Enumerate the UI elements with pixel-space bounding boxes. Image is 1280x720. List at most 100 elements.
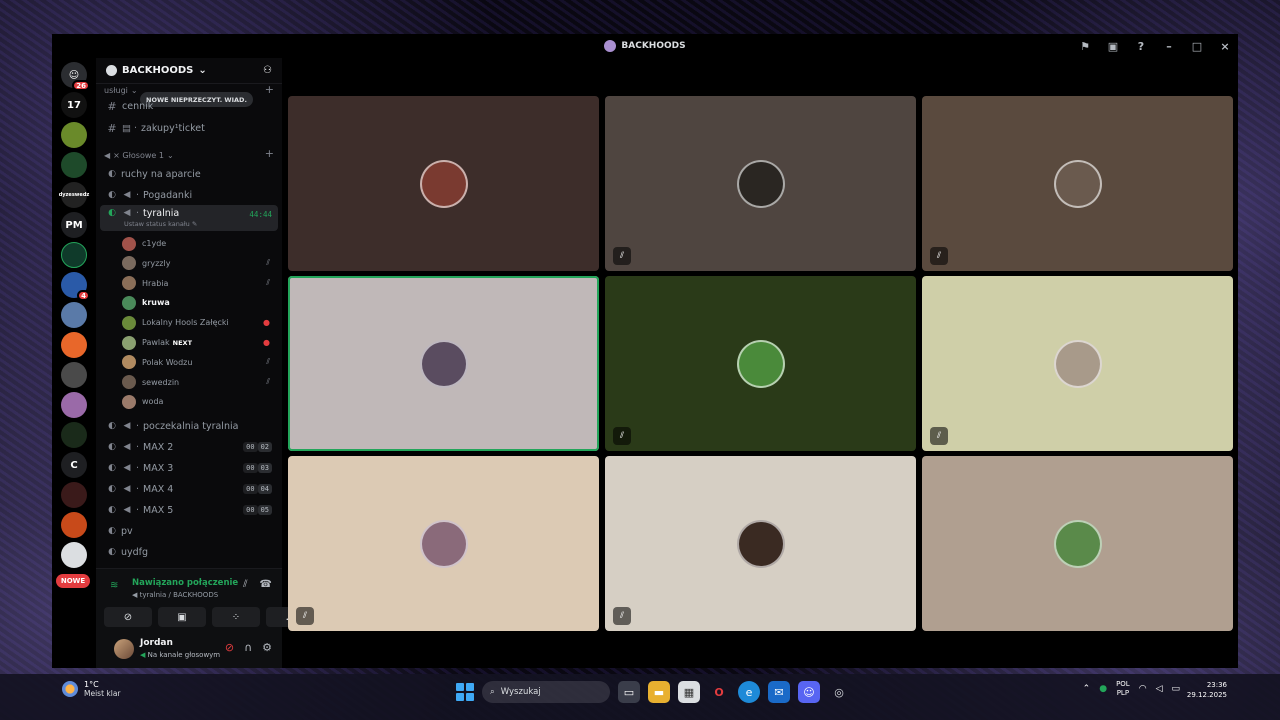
voice-member[interactable]: kruwa	[122, 293, 274, 312]
language-indicator[interactable]: POL PLP	[1116, 680, 1130, 698]
server-icon[interactable]	[61, 302, 87, 328]
participant-tile[interactable]	[922, 456, 1233, 631]
clock[interactable]: 23:36 29.12.2025	[1187, 680, 1227, 700]
headphones-icon[interactable]: ∩	[244, 641, 252, 654]
signal-icon[interactable]: ≋	[110, 580, 124, 594]
start-button[interactable]	[456, 683, 474, 701]
screen-share-icon[interactable]: ▣	[1106, 40, 1120, 53]
search-placeholder: Wyszukaj	[500, 687, 541, 697]
flag-icon[interactable]: ⚑	[1078, 40, 1092, 53]
voice-channel-pogadanki[interactable]: ◐ ◀ · Pogadanki	[100, 185, 278, 205]
search-box[interactable]: ⌕ Wyszukaj	[482, 681, 610, 703]
server-icon[interactable]	[61, 362, 87, 388]
store-icon[interactable]: ▦	[678, 681, 700, 703]
server-icon[interactable]	[61, 512, 87, 538]
server-icon[interactable]: dyzeswedz	[59, 182, 89, 208]
discord-icon[interactable]: ☺	[798, 681, 820, 703]
separator-dot: ·	[136, 462, 140, 474]
server-icon[interactable]	[61, 122, 87, 148]
help-icon[interactable]: ?	[1134, 40, 1148, 53]
member-name: Hrabia	[142, 278, 169, 288]
disconnect-icon[interactable]: ☎	[260, 579, 272, 590]
add-channel-icon[interactable]: +	[265, 83, 274, 96]
avatar	[122, 355, 136, 370]
server-icon-c[interactable]: C	[61, 452, 87, 478]
weather-widget[interactable]: 1°C Meist klar	[62, 680, 121, 698]
voice-channel[interactable]: ◐ uydfg	[100, 542, 278, 562]
voice-channel-ruchy[interactable]: ◐ ruchy na aparcie	[100, 164, 278, 184]
wifi-icon[interactable]: ◠	[1139, 684, 1147, 694]
new-unread-pill[interactable]: NOWE	[56, 574, 90, 588]
voice-member[interactable]: Lokalny Hools Załęcki ●	[122, 313, 274, 332]
avatar[interactable]	[114, 639, 134, 659]
file-explorer-icon[interactable]: ▬	[648, 681, 670, 703]
direct-messages-button[interactable]: ☺ 26	[61, 62, 90, 91]
battery-icon[interactable]: ▭	[1171, 684, 1180, 694]
server-icon[interactable]	[61, 482, 87, 508]
server-icon[interactable]	[61, 392, 87, 418]
voice-member[interactable]: gryzzly ⫽	[122, 254, 274, 273]
server-icon[interactable]	[61, 422, 87, 448]
mic-icon[interactable]: ●	[1099, 684, 1107, 694]
task-view-icon[interactable]: ▭	[618, 681, 640, 703]
server-icon[interactable]	[61, 152, 87, 178]
avatar	[122, 236, 136, 251]
voice-channel[interactable]: ◐ ◀ · MAX 3 00 03	[100, 458, 278, 478]
voice-channel[interactable]: ◐ pv	[100, 521, 278, 541]
voice-channel[interactable]: ◐ ◀ · poczekalnia tyralnia	[100, 416, 278, 436]
screen-share-button[interactable]: ▣	[158, 607, 206, 627]
steam-icon[interactable]: ◎	[828, 681, 850, 703]
participant-tile[interactable]: ⫽	[605, 276, 916, 451]
channel-zakupy-ticket[interactable]: # ▤ · zakupy¹ticket	[100, 118, 278, 138]
server-icon-pm[interactable]: PM	[61, 212, 87, 238]
voice-icon: ◐	[108, 421, 116, 431]
set-channel-status[interactable]: Ustaw status kanału ✎	[124, 220, 197, 228]
chevron-up-icon[interactable]: ⌃	[1083, 684, 1091, 694]
voice-member[interactable]: Polak Wodzu ⫽	[122, 353, 274, 372]
category-uslugi[interactable]: usługi ⌄	[104, 86, 138, 95]
server-icon-17[interactable]: 17	[61, 92, 87, 118]
add-channel-icon[interactable]: +	[265, 147, 274, 160]
voice-member[interactable]: c1yde	[122, 234, 274, 253]
minimize-button[interactable]: –	[1162, 40, 1176, 53]
channel-cennik[interactable]: # cennik	[100, 96, 278, 116]
server-icon[interactable]: 4	[61, 272, 90, 301]
category-glosowe[interactable]: ◀ × Głosowe 1 ⌄	[104, 151, 174, 160]
activities-button[interactable]: ⁘	[212, 607, 260, 627]
channel-label: MAX 2	[143, 441, 174, 453]
mic-muted-icon[interactable]: ⊘	[225, 641, 234, 654]
voice-channel[interactable]: ◐ ◀ · MAX 5 00 05	[100, 500, 278, 520]
mail-icon[interactable]: ✉	[768, 681, 790, 703]
count-value: 00	[243, 484, 258, 494]
mic-muted-icon: ⫽	[930, 427, 948, 445]
maximize-button[interactable]: □	[1190, 40, 1204, 53]
gear-icon[interactable]: ⚙	[262, 641, 272, 654]
noise-suppression-icon[interactable]: ⫽	[243, 579, 247, 590]
participant-tile[interactable]: ⫽	[605, 456, 916, 631]
opera-icon[interactable]: O	[708, 681, 730, 703]
participant-tile[interactable]: ⫽	[922, 96, 1233, 271]
voice-member[interactable]: sewedzin ⫽	[122, 373, 274, 392]
voice-member[interactable]: Hrabia ⫽	[122, 274, 274, 293]
participant-tile[interactable]: ⫽	[605, 96, 916, 271]
voice-member[interactable]: woda	[122, 392, 274, 411]
voice-member[interactable]: Pawlak NEXT ●	[122, 333, 274, 352]
server-icon[interactable]	[61, 542, 87, 568]
server-icon[interactable]	[61, 332, 87, 358]
server-icon[interactable]	[61, 242, 87, 268]
participant-tile[interactable]: ⫽	[922, 276, 1233, 451]
avatar	[736, 159, 785, 208]
close-button[interactable]: ×	[1218, 40, 1232, 53]
add-member-icon[interactable]: ⚇	[263, 65, 272, 76]
participant-tile[interactable]	[288, 96, 599, 271]
channel-label: Pogadanki	[143, 189, 193, 201]
voice-channel[interactable]: ◐ ◀ · MAX 4 00 04	[100, 479, 278, 499]
participant-tile[interactable]: ⫽	[288, 456, 599, 631]
voice-channel-tyralnia[interactable]: ◐ ◀ · tyralnia 44:44 Ustaw status kanału…	[100, 205, 278, 231]
volume-icon[interactable]: ◁	[1156, 684, 1163, 694]
guild-header[interactable]: BACKHOODS ⌄ ⚇	[96, 58, 282, 84]
edge-icon[interactable]: e	[738, 681, 760, 703]
camera-button[interactable]: ⊘	[104, 607, 152, 627]
participant-tile[interactable]	[288, 276, 599, 451]
voice-channel[interactable]: ◐ ◀ · MAX 2 00 02	[100, 437, 278, 457]
